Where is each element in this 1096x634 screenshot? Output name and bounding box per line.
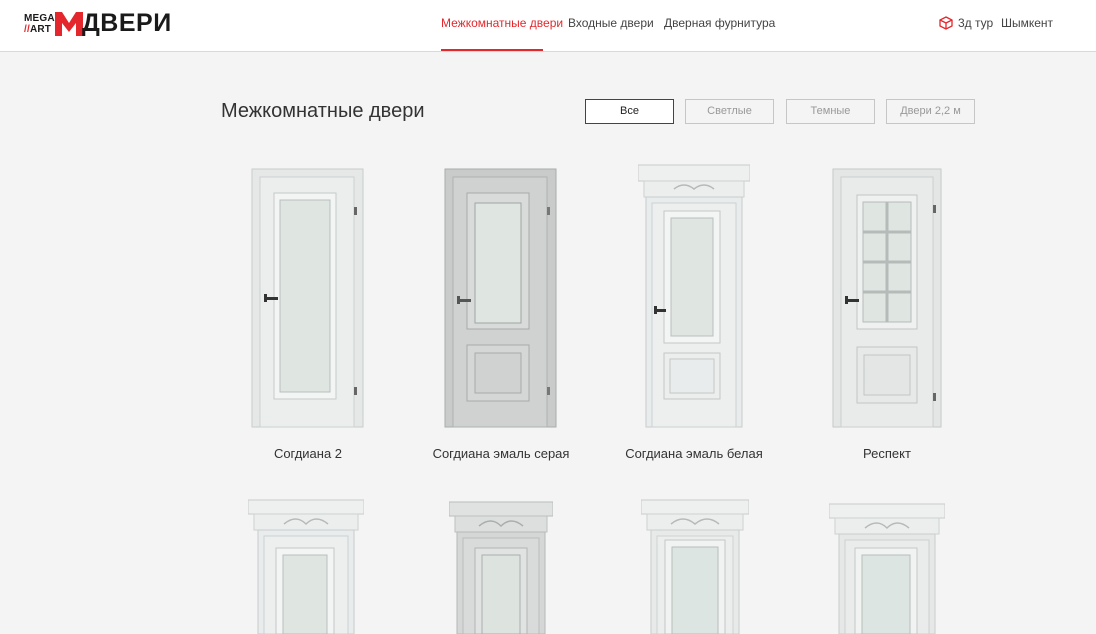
product-name[interactable]: Согдиана эмаль белая [604, 446, 784, 461]
door-card-6[interactable] [449, 500, 553, 634]
nav-active-underline [441, 49, 543, 51]
nav-interior-doors[interactable]: Межкомнатные двери [441, 16, 563, 30]
door-image [638, 164, 750, 428]
cube-icon [939, 16, 953, 30]
door-image [832, 168, 942, 428]
filter-light[interactable]: Светлые [685, 99, 774, 124]
product-name[interactable]: Согдиана эмаль серая [411, 446, 591, 461]
filter-all[interactable]: Все [585, 99, 674, 124]
filter-2-2m[interactable]: Двери 2,2 м [886, 99, 975, 124]
door-card-3[interactable] [638, 163, 750, 429]
nav-entrance-doors[interactable]: Входные двери [568, 16, 654, 30]
city-selector[interactable]: Шымкент [1001, 16, 1053, 30]
door-card-7[interactable] [641, 498, 749, 634]
brand-m-mark-icon [55, 12, 83, 36]
brand-word: ДВЕРИ [82, 9, 172, 37]
brand-line2: //ART [24, 24, 52, 35]
page-title: Межкомнатные двери [221, 100, 425, 122]
door-image [444, 168, 557, 428]
product-name[interactable]: Респект [797, 446, 977, 461]
door-image [641, 499, 749, 634]
brand-line1: MEGA [24, 13, 55, 24]
door-image [251, 168, 364, 428]
header: MEGA //ART ДВЕРИ Межкомнатные двери Вход… [0, 0, 1096, 52]
filter-dark[interactable]: Темные [786, 99, 875, 124]
door-card-1[interactable] [250, 167, 365, 429]
door-image [829, 503, 945, 634]
brand-logo[interactable]: MEGA //ART ДВЕРИ [24, 9, 172, 38]
door-image [449, 501, 553, 634]
nav-door-hardware[interactable]: Дверная фурнитура [664, 16, 775, 30]
product-name[interactable]: Согдиана 2 [218, 446, 398, 461]
door-card-8[interactable] [829, 502, 945, 634]
door-card-2[interactable] [443, 167, 558, 429]
door-image [248, 499, 364, 634]
door-card-4[interactable] [831, 167, 943, 429]
nav-3d-tour[interactable]: 3д тур [958, 16, 993, 30]
door-card-5[interactable] [248, 498, 364, 634]
